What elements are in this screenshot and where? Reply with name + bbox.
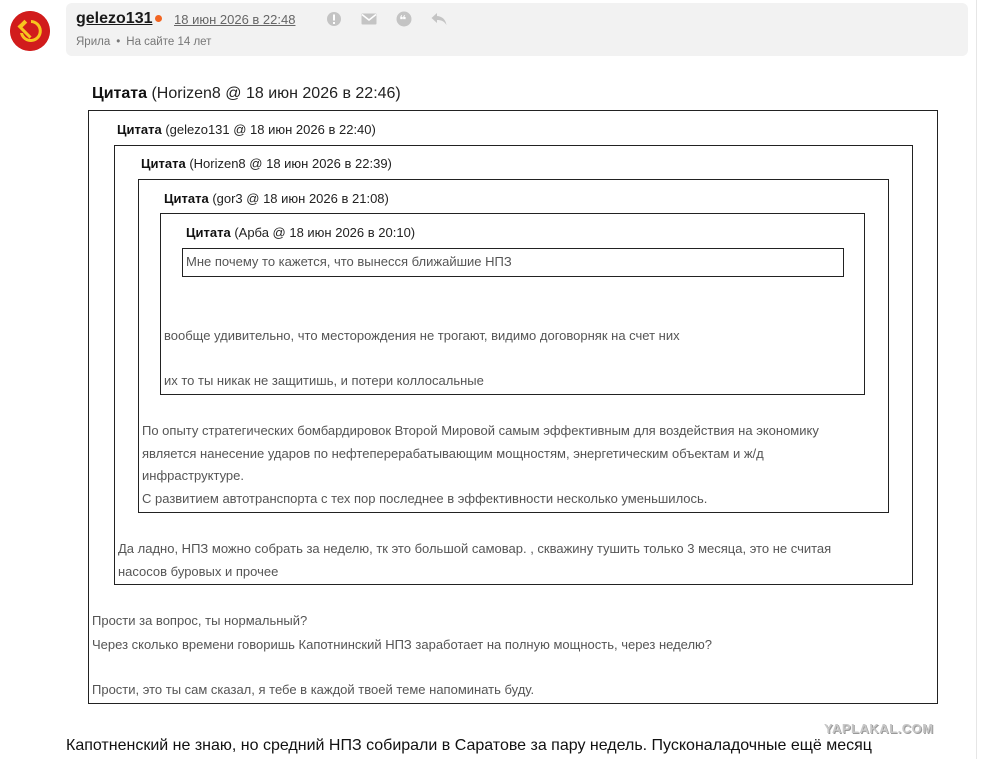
quote-3-line-4: С развитием автотранспорта с тех пор пос… <box>142 491 708 506</box>
quote-4-box <box>160 213 865 395</box>
quote-1-line-2: Через сколько времени говоришь Капотнинс… <box>92 637 713 652</box>
quote-4-title: Цитата (gor3 @ 18 июн 2026 в 21:08) <box>164 191 389 206</box>
quote-4-meta: (gor3 @ 18 июн 2026 в 21:08) <box>212 191 389 206</box>
quote-3-meta: (Horizen8 @ 18 июн 2026 в 22:39) <box>189 156 392 171</box>
svg-text:❝: ❝ <box>399 13 406 27</box>
post-header: gelezo131 18 июн 2026 в 22:48 ❝ Ярила • На… <box>66 3 968 56</box>
quote-2-title: Цитата (gelezo131 @ 18 июн 2026 в 22:40) <box>117 122 376 137</box>
quote-3-line-3: инфраструктуре. <box>142 468 244 483</box>
quote-1-title: Цитата (Horizen8 @ 18 июн 2026 в 22:46) <box>92 85 401 103</box>
quote-icon[interactable]: ❝ <box>396 11 412 27</box>
reply-arrow-icon[interactable] <box>431 11 447 27</box>
quote-4-line-2: их то ты никак не защитишь, и потери кол… <box>164 373 484 388</box>
reply-text: Капотненский не знаю, но средний НПЗ соб… <box>66 737 872 754</box>
quote-2-line-1: Да ладно, НПЗ можно собрать за неделю, т… <box>118 541 832 556</box>
quote-2-label: Цитата <box>117 122 162 137</box>
quote-4-label: Цитата <box>164 191 209 206</box>
quote-1-line-1: Прости за вопрос, ты нормальный? <box>92 613 308 628</box>
quote-3-title: Цитата (Horizen8 @ 18 июн 2026 в 22:39) <box>141 156 392 171</box>
envelope-icon[interactable] <box>361 11 377 27</box>
quote-2-line-2: насосов буровых и прочее <box>118 564 279 579</box>
site-watermark: YAPLAKAL.COM <box>824 721 934 736</box>
user-rank: Ярила <box>76 36 111 48</box>
user-on-site: На сайте 14 лет <box>126 36 212 48</box>
quote-1-line-3: Прости, это ты сам сказал, я тебе в кажд… <box>92 682 535 697</box>
exclamation-icon[interactable] <box>326 11 342 27</box>
quote-5-title: Цитата (Арба @ 18 июн 2026 в 20:10) <box>186 225 415 240</box>
quote-3-label: Цитата <box>141 156 186 171</box>
quote-5-meta: (Арба @ 18 июн 2026 в 20:10) <box>234 225 416 240</box>
meta-separator: • <box>116 36 121 48</box>
quote-1-meta: (Horizen8 @ 18 июн 2026 в 22:46) <box>151 85 401 102</box>
page-right-border <box>976 0 977 759</box>
quote-5-label: Цитата <box>186 225 231 240</box>
quote-4-line-1: вообще удивительно, что месторождения не… <box>164 328 680 343</box>
quote-5-line-1: Мне почему то кажется, что вынесся ближа… <box>186 254 512 269</box>
quote-3-line-1: По опыту стратегических бомбардировок Вт… <box>142 423 819 438</box>
user-meta: Ярила • На сайте 14 лет <box>76 36 211 48</box>
username-link[interactable]: gelezo131 <box>76 10 152 28</box>
hammer-sickle-icon <box>10 11 50 51</box>
quote-1-label: Цитата <box>92 85 147 102</box>
user-avatar[interactable] <box>10 11 50 51</box>
quote-2-meta: (gelezo131 @ 18 июн 2026 в 22:40) <box>165 122 376 137</box>
online-status-icon <box>155 15 162 22</box>
post-date-link[interactable]: 18 июн 2026 в 22:48 <box>174 12 295 27</box>
quote-3-line-2: является нанесение ударов по нефтеперера… <box>142 446 764 461</box>
